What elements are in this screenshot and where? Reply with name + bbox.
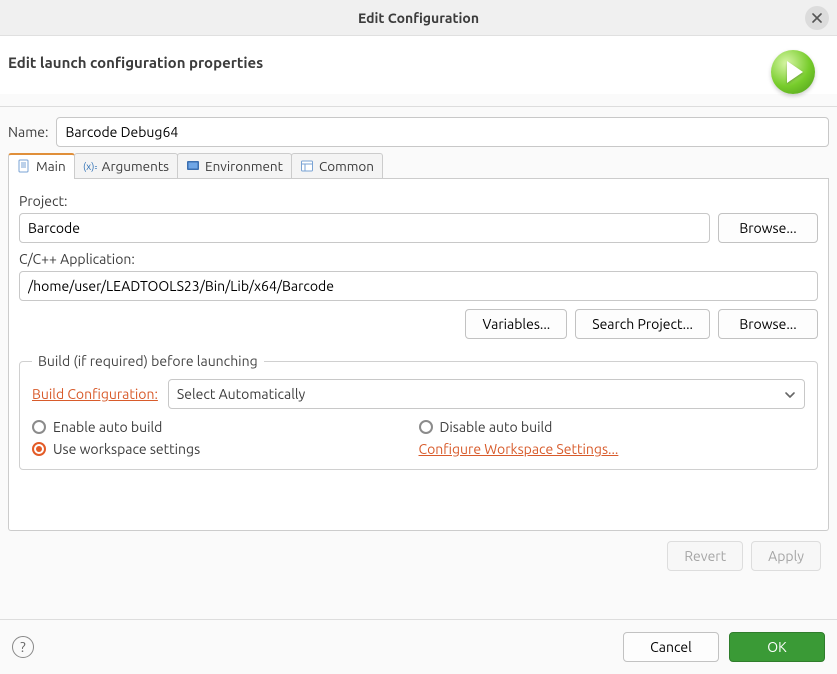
tab-main-pane: Project: Browse... C/C++ Application: Va… [8, 179, 829, 531]
radio-dot-icon [32, 442, 46, 456]
project-label: Project: [19, 193, 818, 209]
arguments-icon: (x)= [83, 159, 97, 173]
window-title: Edit Configuration [358, 10, 479, 26]
titlebar: Edit Configuration [0, 0, 837, 36]
enable-auto-label: Enable auto build [53, 419, 162, 435]
run-icon [771, 50, 815, 94]
footer: ? Cancel OK [0, 619, 837, 674]
tab-environment-label: Environment [205, 158, 283, 174]
chevron-down-icon [784, 388, 796, 400]
build-config-label[interactable]: Build Configuration: [32, 386, 158, 402]
tab-main-label: Main [36, 158, 66, 174]
tab-common[interactable]: Common [291, 153, 383, 178]
svg-text:(x)=: (x)= [83, 161, 97, 172]
configure-workspace-cell: Configure Workspace Settings... [419, 441, 806, 457]
cancel-button[interactable]: Cancel [623, 632, 719, 662]
help-icon[interactable]: ? [12, 636, 34, 658]
project-browse-button[interactable]: Browse... [718, 213, 818, 243]
name-input[interactable] [56, 117, 829, 147]
build-group: Build (if required) before launching Bui… [19, 353, 818, 470]
radio-dot-icon [419, 420, 433, 434]
radio-enable-auto-build[interactable]: Enable auto build [32, 419, 419, 435]
app-buttons: Variables... Search Project... Browse... [19, 309, 818, 339]
page-title: Edit launch configuration properties [8, 54, 263, 71]
disable-auto-label: Disable auto build [440, 419, 553, 435]
search-project-button[interactable]: Search Project... [575, 309, 710, 339]
app-label: C/C++ Application: [19, 251, 818, 267]
common-icon [300, 159, 314, 173]
app-browse-button[interactable]: Browse... [718, 309, 818, 339]
tab-main[interactable]: Main [8, 153, 75, 178]
close-icon[interactable] [805, 6, 829, 30]
project-input[interactable] [19, 213, 710, 243]
build-config-row: Build Configuration: Select Automaticall… [32, 379, 805, 409]
project-row: Browse... [19, 213, 818, 243]
revert-apply-row: Revert Apply [8, 531, 829, 581]
app-input[interactable] [19, 271, 818, 301]
name-label: Name: [8, 124, 48, 140]
tab-arguments[interactable]: (x)= Arguments [74, 153, 178, 178]
use-workspace-label: Use workspace settings [53, 441, 200, 457]
tab-environment[interactable]: Environment [177, 153, 292, 178]
build-radio-grid: Enable auto build Disable auto build Use… [32, 419, 805, 457]
radio-disable-auto-build[interactable]: Disable auto build [419, 419, 806, 435]
build-config-select[interactable]: Select Automatically [168, 379, 805, 409]
revert-button[interactable]: Revert [667, 541, 743, 571]
ok-button[interactable]: OK [729, 632, 825, 662]
variables-button[interactable]: Variables... [465, 309, 567, 339]
header: Edit launch configuration properties [0, 36, 837, 94]
configure-workspace-link[interactable]: Configure Workspace Settings... [419, 441, 619, 457]
body: Name: Main (x)= Arguments Environment [0, 107, 837, 581]
tabs: Main (x)= Arguments Environment Common [8, 153, 829, 179]
apply-button[interactable]: Apply [751, 541, 821, 571]
build-legend: Build (if required) before launching [32, 353, 264, 369]
document-icon [17, 159, 31, 173]
environment-icon [186, 159, 200, 173]
tab-arguments-label: Arguments [102, 158, 169, 174]
radio-use-workspace-settings[interactable]: Use workspace settings [32, 441, 419, 457]
name-row: Name: [8, 117, 829, 147]
tab-common-label: Common [319, 158, 374, 174]
radio-dot-icon [32, 420, 46, 434]
build-config-value: Select Automatically [177, 386, 305, 402]
